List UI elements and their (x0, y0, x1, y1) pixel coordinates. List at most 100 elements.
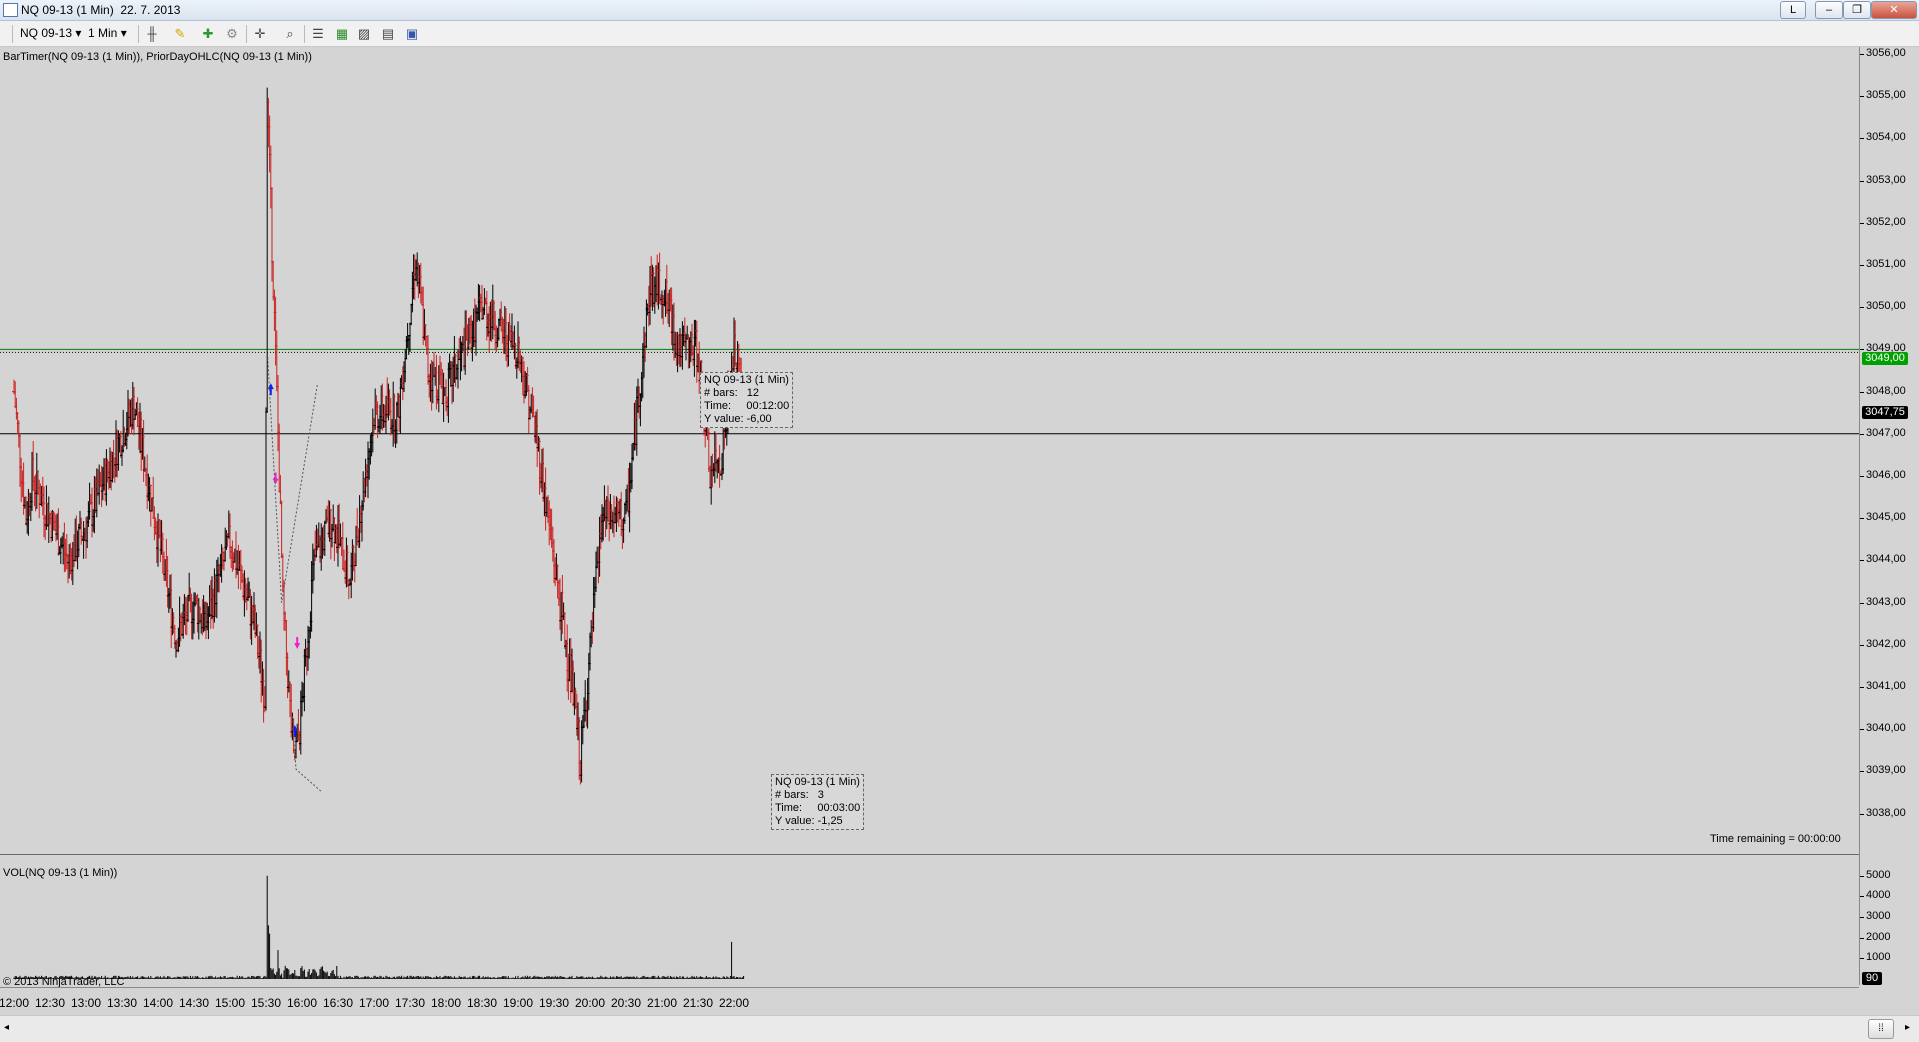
y-tick-mark (1860, 602, 1864, 604)
y-tick-mark (1860, 518, 1864, 520)
vol-tick-label: 3000 (1866, 910, 1891, 923)
x-tick-label: 20:00 (575, 996, 606, 1010)
y-tick-mark (1860, 433, 1864, 435)
scroll-left-icon[interactable]: ◂ (4, 1022, 9, 1033)
y-tick-mark (1860, 644, 1864, 646)
vol-tick-mark (1860, 958, 1864, 960)
x-tick-label: 14:00 (143, 996, 174, 1010)
interval-selector[interactable]: 1 Min ▾ (88, 26, 127, 40)
volume-tag: 90 (1862, 972, 1882, 985)
x-tick-label: 12:00 (0, 996, 30, 1010)
scroll-right-icon[interactable]: ▸ (1905, 1022, 1910, 1033)
y-tick-label: 3048,00 (1866, 384, 1906, 397)
y-tick-label: 3054,00 (1866, 131, 1906, 144)
y-tick-label: 3047,00 (1866, 426, 1906, 439)
y-tick-mark (1860, 771, 1864, 773)
x-tick-label: 15:30 (251, 996, 282, 1010)
y-tick-mark (1860, 560, 1864, 562)
pencil-icon[interactable]: ✎ (172, 26, 188, 42)
y-tick-label: 3044,00 (1866, 553, 1906, 566)
vol-tick-mark (1860, 917, 1864, 919)
x-tick-label: 17:30 (395, 996, 426, 1010)
price-chart (0, 47, 1859, 855)
y-tick-mark (1860, 391, 1864, 393)
y-tick-label: 3055,00 (1866, 89, 1906, 102)
chart-app-icon (3, 3, 18, 17)
x-tick-label: 13:30 (107, 996, 138, 1010)
crosshair-icon[interactable]: ✛ (252, 26, 268, 42)
measure-tooltip: NQ 09-13 (1 Min) # bars: 12 Time: 00:12:00… (700, 372, 794, 428)
properties-icon[interactable]: ☰ (310, 26, 326, 42)
x-tick-label: 22:00 (719, 996, 750, 1010)
vol-tick-label: 1000 (1866, 951, 1891, 964)
y-tick-mark (1860, 265, 1864, 266)
minimize-button[interactable]: – (1815, 1, 1843, 19)
y-tick-label: 3038,00 (1866, 806, 1906, 819)
scroll-thumb[interactable]: ⁞⁞ (1868, 1019, 1894, 1039)
price-axis[interactable]: 3056,00 3055,00 3054,00 3053,00 3052,00 3051,… (1859, 47, 1919, 985)
add-indicator-icon[interactable]: ✚ (200, 26, 216, 42)
instrument-selector[interactable]: NQ 09-13 ▾ (20, 26, 81, 40)
interval-label: 1 Min (88, 26, 118, 40)
y-tick-mark (1860, 222, 1864, 224)
x-tick-label: 17:00 (359, 996, 390, 1010)
x-tick-label: 16:00 (287, 996, 318, 1010)
data-box-icon[interactable]: ▤ (380, 26, 396, 42)
y-tick-label: 3041,00 (1866, 680, 1906, 692)
x-tick-label: 13:00 (71, 996, 102, 1010)
x-tick-label: 21:00 (647, 996, 678, 1010)
x-tick-label: 21:30 (683, 996, 714, 1010)
template-icon[interactable]: ▦ (334, 26, 350, 42)
y-tick-mark (1860, 813, 1864, 815)
title-bar: NQ 09-13 (1 Min) 22. 7. 2013 L – ❐ ✕ (0, 0, 1919, 21)
vol-tick-label: 5000 (1866, 868, 1891, 881)
y-tick-label: 3056,00 (1866, 47, 1906, 59)
y-tick-label: 3051,00 (1866, 258, 1906, 270)
current-price-tag: 3047,75 (1862, 406, 1908, 419)
x-tick-label: 15:00 (215, 996, 246, 1010)
y-tick-label: 3043,00 (1866, 595, 1906, 608)
x-tick-label: 12:30 (35, 996, 66, 1010)
chevron-down-icon: ▾ (75, 26, 82, 40)
time-axis[interactable]: 12:00 12:30 13:00 13:30 14:00 14:30 15:00 15:30… (0, 987, 1859, 1016)
time-remaining: Time remaining = 00:00:00 (1710, 833, 1841, 845)
measure-tooltip: NQ 09-13 (1 Min) # bars: 3 Time: 00:03:00 Y… (771, 774, 865, 830)
vol-tick-mark (1860, 937, 1864, 939)
y-tick-label: 3053,00 (1866, 173, 1906, 186)
x-tick-label: 19:00 (503, 996, 534, 1010)
vol-tick-label: 4000 (1866, 889, 1891, 902)
price-panel-label: BarTimer(NQ 09-13 (1 Min)), PriorDayOHLC… (3, 51, 312, 63)
window-title: NQ 09-13 (1 Min) 22. 7. 2013 (21, 3, 181, 17)
snapshot-icon[interactable]: ▨ (356, 26, 372, 42)
price-panel[interactable]: BarTimer(NQ 09-13 (1 Min)), PriorDayOHLC… (0, 47, 1859, 855)
y-tick-mark (1860, 307, 1864, 309)
y-tick-label: 3046,00 (1866, 469, 1906, 481)
y-tick-mark (1860, 138, 1864, 140)
x-tick-label: 16:30 (323, 996, 354, 1010)
volume-chart (0, 857, 1859, 985)
y-tick-mark (1860, 476, 1864, 477)
zoom-icon[interactable]: ⌕ (282, 26, 298, 42)
strategy-icon[interactable]: ⚙ (224, 26, 240, 42)
chevron-down-icon: ▾ (120, 26, 127, 40)
vol-tick-mark (1860, 875, 1864, 877)
x-tick-label: 19:30 (539, 996, 570, 1010)
vol-tick-mark (1860, 896, 1864, 898)
horizontal-scrollbar[interactable]: ◂ ⁞⁞ ▸ (0, 1015, 1919, 1042)
close-button[interactable]: ✕ (1871, 1, 1917, 19)
restore-button[interactable]: ❐ (1843, 1, 1871, 19)
y-tick-label: 3045,00 (1866, 511, 1906, 524)
volume-panel-label: VOL(NQ 09-13 (1 Min)) (3, 867, 118, 879)
y-tick-label: 3052,00 (1866, 215, 1906, 228)
y-tick-mark (1860, 54, 1864, 55)
x-tick-label: 18:00 (431, 996, 462, 1010)
link-button[interactable]: L (1780, 1, 1806, 19)
y-tick-label: 3042,00 (1866, 637, 1906, 650)
volume-panel[interactable]: VOL(NQ 09-13 (1 Min)) © 2013 NinjaTrader… (0, 857, 1859, 988)
chart-toolbar: NQ 09-13 ▾ 1 Min ▾ ╫ ✎ ✚ ⚙ ✛ ⌕ ☰ ▦ ▨ ▤ ▣ (0, 21, 1919, 47)
y-tick-label: 3050,00 (1866, 300, 1906, 313)
bar-type-icon[interactable]: ╫ (144, 26, 160, 42)
panel-icon[interactable]: ▣ (404, 26, 420, 42)
y-tick-mark (1860, 729, 1864, 731)
y-tick-mark (1860, 687, 1864, 688)
